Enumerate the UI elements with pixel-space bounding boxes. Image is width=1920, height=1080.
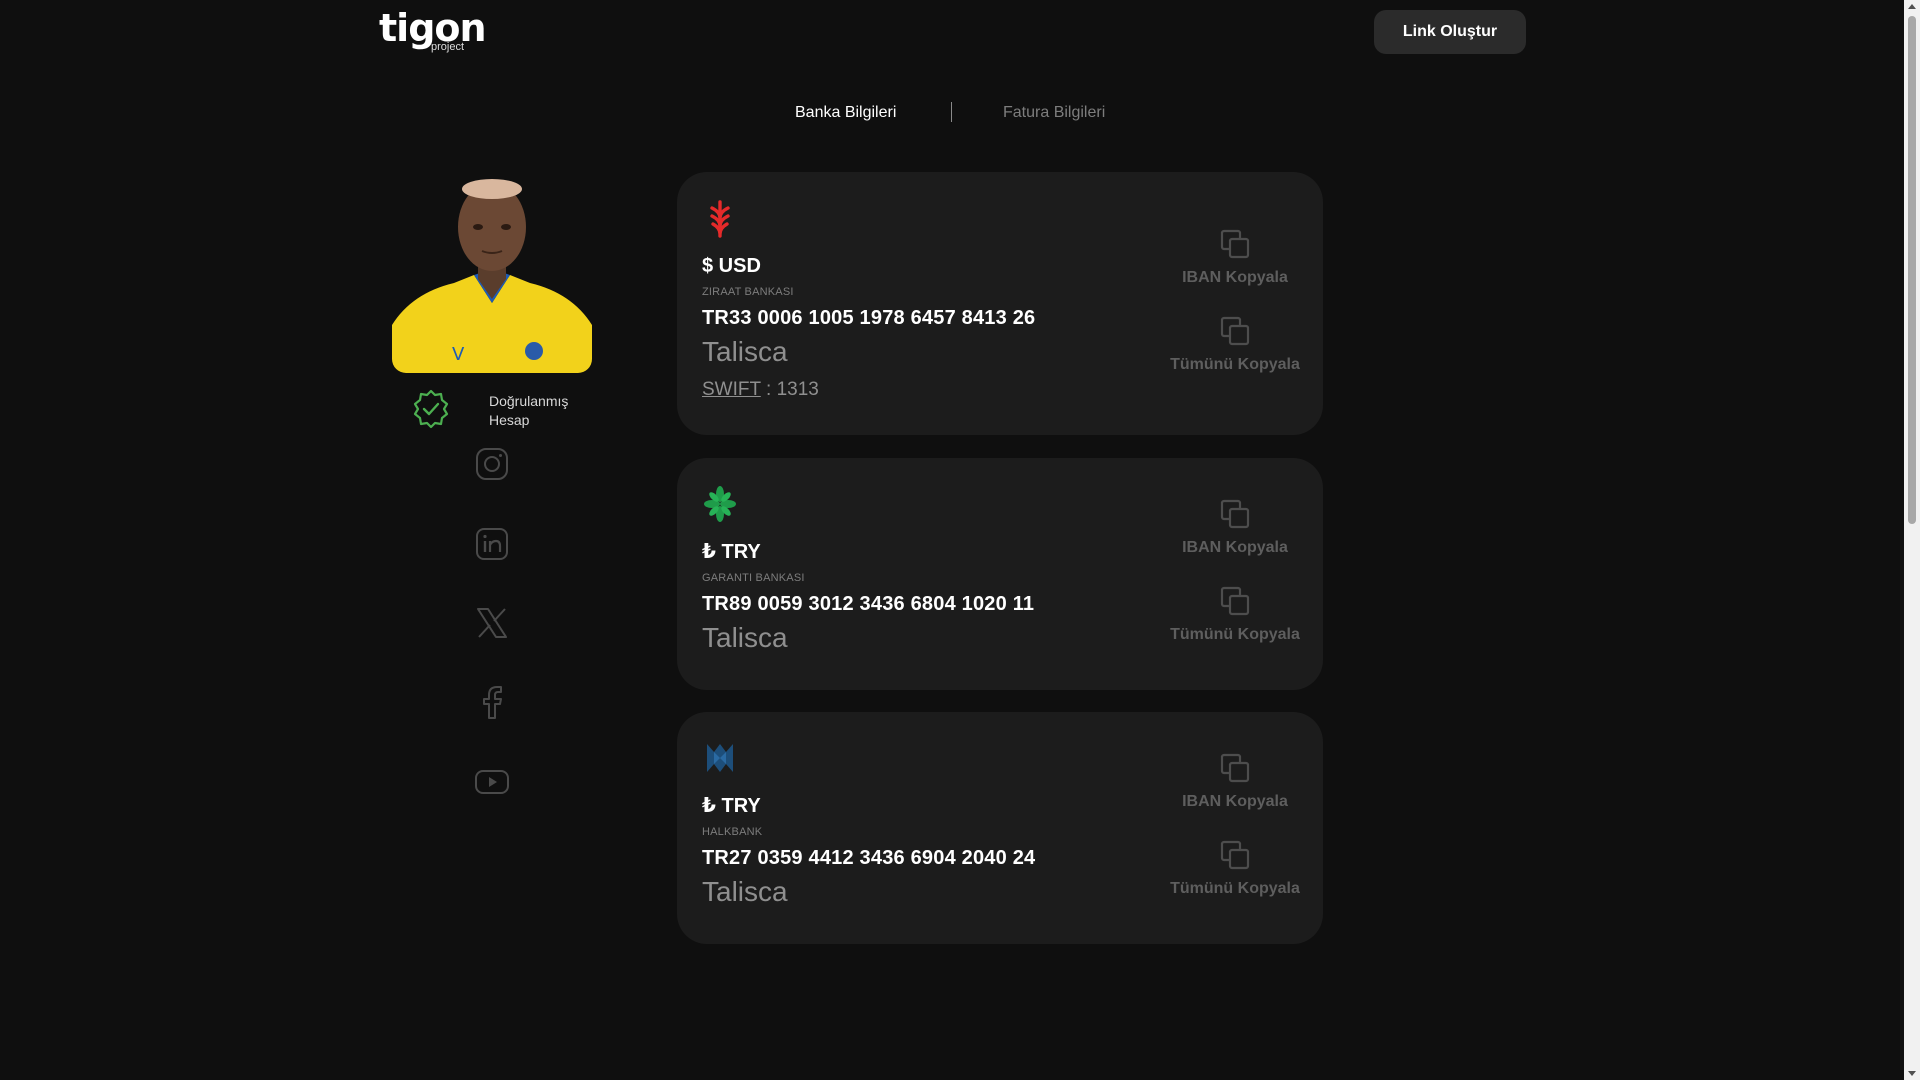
iban-number: TR33 0006 1005 1978 6457 8413 26: [702, 307, 1036, 329]
account-holder: Talisca: [702, 622, 788, 653]
copy-iban-button[interactable]: IBAN Kopyala: [1155, 228, 1315, 290]
verified-account: Doğrulanmış Hesap: [410, 388, 585, 432]
svg-text:V: V: [452, 344, 465, 365]
copy-iban-label: IBAN Kopyala: [1182, 269, 1288, 286]
copy-iban-label: IBAN Kopyala: [1182, 793, 1288, 810]
swift-link[interactable]: SWIFT: [702, 379, 761, 400]
currency-label: ₺ TRY: [702, 795, 761, 817]
info-tabs: Banka Bilgileri Fatura Bilgileri: [0, 102, 1920, 130]
swift-value: : 1313: [760, 379, 819, 400]
tab-divider: [951, 102, 952, 122]
currency-label: ₺ TRY: [702, 541, 761, 563]
ziraat-bank-logo: [710, 200, 730, 238]
x-icon[interactable]: [474, 605, 510, 641]
copy-all-label: Tümünü Kopyala: [1170, 880, 1300, 897]
tab-invoice-info[interactable]: Fatura Bilgileri: [1003, 102, 1105, 124]
tab-bank-info[interactable]: Banka Bilgileri: [795, 102, 896, 124]
youtube-icon[interactable]: [474, 764, 510, 800]
swift-code: SWIFT : 1313: [702, 378, 819, 402]
halkbank-logo: [707, 744, 733, 772]
bank-name: HALKBANK: [702, 826, 763, 838]
copy-icon: [1220, 316, 1250, 346]
logo-subtext: project: [431, 41, 465, 53]
bank-card-halkbank: ₺ TRY HALKBANK TR27 0359 4412 3436 6904 …: [677, 712, 1323, 944]
scroll-up-arrow-icon[interactable]: [1908, 4, 1916, 9]
bank-card-ziraat: $ USD ZIRAAT BANKASI TR33 0006 1005 1978…: [677, 172, 1323, 435]
copy-icon: [1220, 586, 1250, 616]
copy-iban-label: IBAN Kopyala: [1182, 539, 1288, 556]
instagram-icon[interactable]: [474, 446, 510, 482]
account-holder: Talisca: [702, 876, 788, 907]
create-link-button[interactable]: Link Oluştur: [1374, 10, 1526, 54]
facebook-icon[interactable]: [474, 684, 510, 720]
iban-number: TR27 0359 4412 3436 6904 2040 24: [702, 847, 1036, 869]
copy-all-button[interactable]: Tümünü Kopyala: [1155, 585, 1315, 647]
copy-all-button[interactable]: Tümünü Kopyala: [1155, 315, 1315, 377]
bank-card-garanti: ₺ TRY GARANTI BANKASI TR89 0059 3012 343…: [677, 458, 1323, 690]
copy-icon: [1220, 753, 1250, 783]
verified-badge-icon: [413, 389, 449, 429]
verified-label: Doğrulanmış Hesap: [489, 393, 569, 428]
garanti-bank-logo: [704, 486, 736, 522]
account-holder: Talisca: [702, 336, 788, 367]
bank-name: GARANTI BANKASI: [702, 572, 805, 584]
copy-all-button[interactable]: Tümünü Kopyala: [1155, 839, 1315, 901]
copy-iban-button[interactable]: IBAN Kopyala: [1155, 498, 1315, 560]
copy-icon: [1220, 840, 1250, 870]
bank-name: ZIRAAT BANKASI: [702, 286, 794, 298]
copy-icon: [1220, 229, 1250, 259]
currency-label: $ USD: [702, 255, 761, 277]
copy-icon: [1220, 499, 1250, 529]
copy-all-label: Tümünü Kopyala: [1170, 356, 1300, 373]
copy-iban-button[interactable]: IBAN Kopyala: [1155, 752, 1315, 814]
profile-photo: V: [392, 175, 592, 373]
copy-all-label: Tümünü Kopyala: [1170, 626, 1300, 643]
tigon-logo[interactable]: tigon project: [379, 8, 487, 56]
linkedin-icon[interactable]: [474, 526, 510, 562]
scroll-down-arrow-icon[interactable]: [1908, 1071, 1916, 1076]
page-scrollbar[interactable]: [1904, 0, 1920, 1080]
iban-number: TR89 0059 3012 3436 6804 1020 11: [702, 593, 1035, 615]
scrollbar-thumb[interactable]: [1908, 16, 1916, 524]
